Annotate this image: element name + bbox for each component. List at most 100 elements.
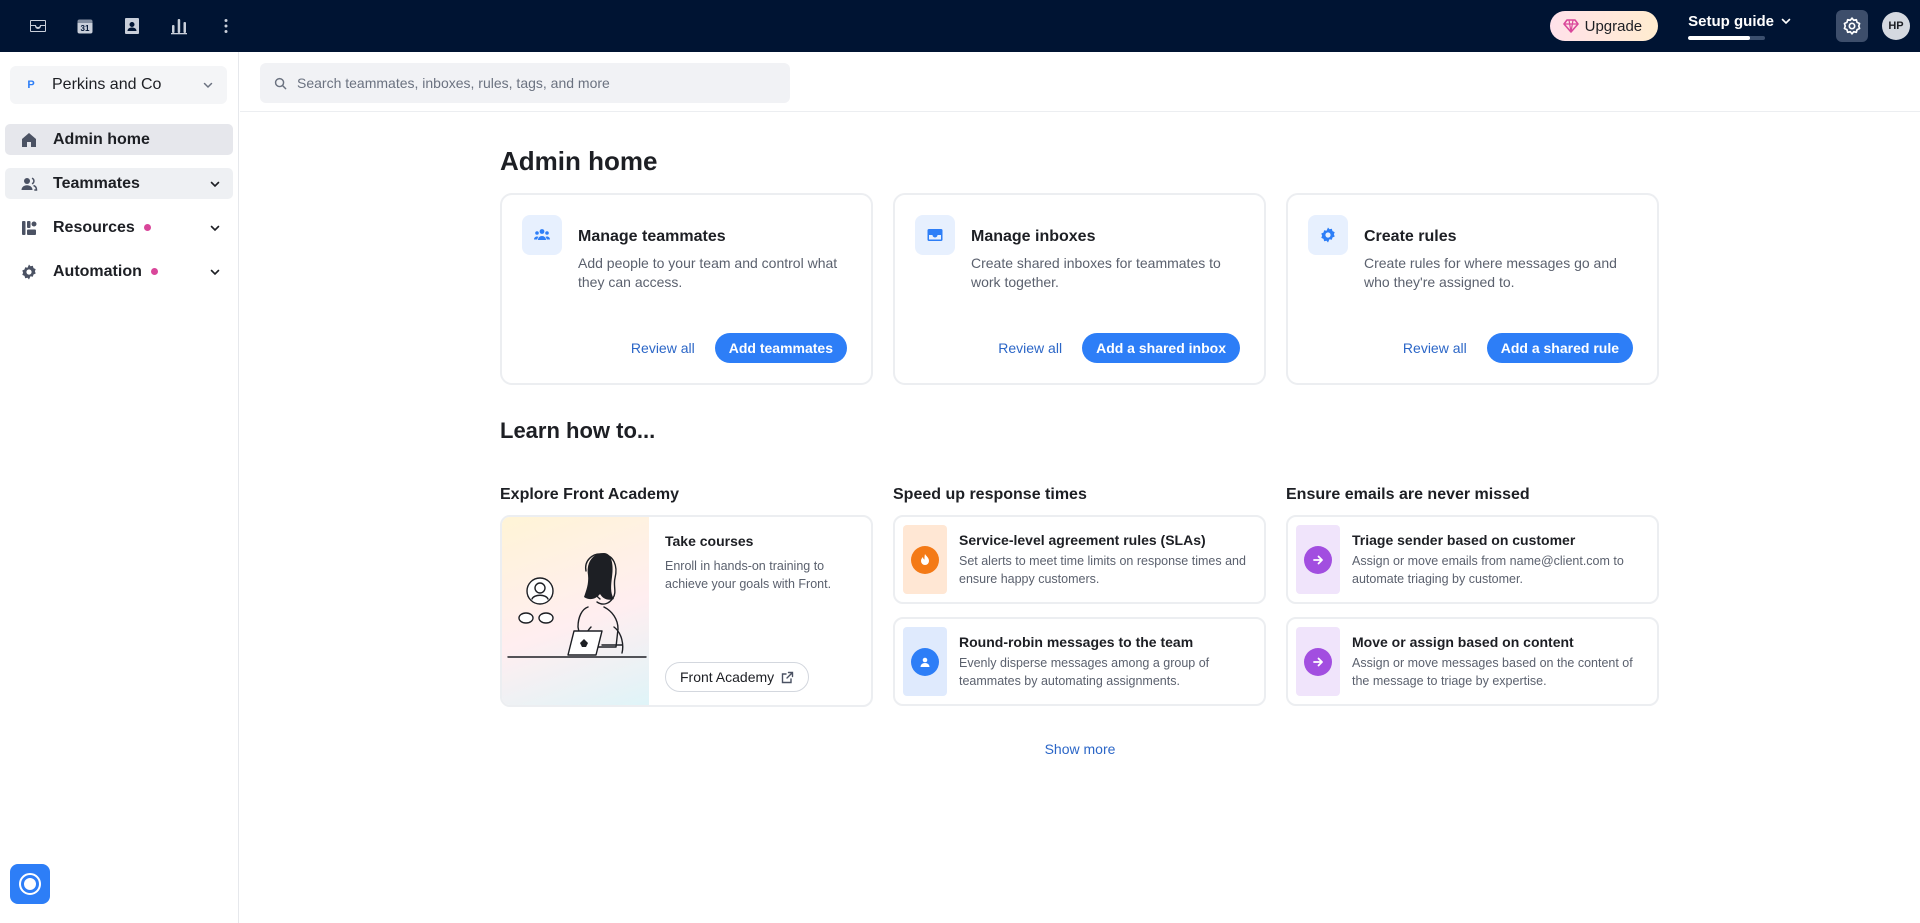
academy-title: Take courses (665, 533, 754, 549)
front-academy-button[interactable]: Front Academy (665, 662, 810, 692)
chevron-down-icon (210, 225, 220, 231)
chevron-down-icon (1781, 18, 1791, 25)
sidebar-item-label: Automation (53, 262, 142, 280)
search-bar-area (240, 52, 1920, 112)
sidebar-item-label: Teammates (53, 174, 140, 192)
column-title: Explore Front Academy (500, 486, 680, 503)
user-assign-icon (911, 647, 939, 676)
sidebar-item-teammates[interactable]: Teammates (5, 168, 233, 199)
tip-title: Move or assign based on content (1352, 634, 1574, 650)
setup-guide-button[interactable]: Setup guide (1688, 13, 1792, 40)
column-speed-up-response: Speed up response times Service-level ag… (893, 486, 1266, 719)
learn-section-title: Learn how to... (500, 418, 656, 443)
tip-title: Round-robin messages to the team (959, 634, 1194, 650)
home-icon (19, 130, 39, 150)
sidebar-nav: Admin home Teammates Resources Automatio… (5, 124, 233, 300)
tip-description: Evenly disperse messages among a group o… (959, 656, 1210, 688)
tip-title: Service-level agreement rules (SLAs) (959, 532, 1206, 548)
column-title: Speed up response times (893, 486, 1087, 503)
settings-gear-button[interactable] (1836, 10, 1868, 42)
calendar-icon[interactable]: 31 (61, 0, 108, 52)
notification-dot (143, 224, 151, 231)
upgrade-button[interactable]: Upgrade (1549, 11, 1659, 41)
resources-icon (19, 218, 39, 238)
help-button[interactable] (10, 864, 50, 904)
card-title: Manage inboxes (971, 228, 1096, 245)
tip-card-triage-sender[interactable]: Triage sender based on customer Assign o… (1286, 515, 1659, 604)
card-description: Create shared inboxes for teammates to w… (971, 255, 1221, 290)
setup-guide-progress (1688, 35, 1766, 40)
column-never-missed: Ensure emails are never missed Triage se… (1286, 486, 1659, 719)
arrow-right-icon (1304, 545, 1332, 574)
arrow-right-icon (1304, 647, 1332, 676)
gem-icon (1562, 19, 1579, 33)
teammates-icon (522, 215, 562, 255)
setup-guide-progress-fill (1688, 35, 1750, 40)
tip-description: Assign or move emails from name@client.c… (1352, 554, 1624, 586)
search-icon (274, 77, 287, 89)
sidebar-item-automation[interactable]: Automation (5, 256, 233, 287)
search-input[interactable] (297, 75, 776, 91)
top-bar: 31 Upgrade Setup guide HP (0, 0, 1920, 52)
tip-icon-panel (1296, 525, 1340, 594)
tip-icon-panel (903, 627, 947, 696)
tip-card-move-assign-content[interactable]: Move or assign based on content Assign o… (1286, 617, 1659, 706)
review-all-inboxes-link[interactable]: Review all (998, 340, 1062, 356)
add-shared-inbox-button[interactable]: Add a shared inbox (1082, 333, 1240, 363)
academy-illustration (502, 517, 649, 705)
show-more-link[interactable]: Show more (1045, 741, 1116, 757)
rules-gear-icon (1308, 215, 1348, 255)
admin-cards: Manage teammates Add people to your team… (500, 193, 1660, 385)
sidebar-item-label: Resources (53, 218, 135, 236)
front-academy-label: Front Academy (680, 669, 775, 685)
sidebar-item-admin-home[interactable]: Admin home (5, 124, 233, 155)
card-manage-teammates: Manage teammates Add people to your team… (500, 193, 873, 385)
learn-columns: Explore Front Academy Take courses Enrol… (500, 486, 1660, 719)
inbox-icon[interactable] (14, 0, 61, 52)
company-selector[interactable]: P Perkins and Co (10, 66, 227, 104)
card-create-rules: Create rules Create rules for where mess… (1286, 193, 1659, 385)
more-icon[interactable] (202, 0, 249, 52)
top-right-controls: Upgrade Setup guide HP (1549, 0, 1920, 52)
page-title: Admin home (500, 146, 658, 176)
show-more-row: Show more (500, 741, 1660, 757)
top-nav: 31 (14, 0, 249, 52)
card-description: Add people to your team and control what… (578, 255, 838, 290)
card-title: Create rules (1364, 228, 1457, 245)
chevron-down-icon (210, 269, 220, 275)
avatar[interactable]: HP (1882, 12, 1910, 40)
help-icon (19, 873, 41, 895)
tip-title: Triage sender based on customer (1352, 532, 1576, 548)
chevron-down-icon (203, 82, 213, 89)
column-front-academy: Explore Front Academy Take courses Enrol… (500, 486, 873, 719)
review-all-rules-link[interactable]: Review all (1403, 340, 1467, 356)
academy-card: Take courses Enroll in hands-on training… (500, 515, 873, 707)
add-shared-rule-button[interactable]: Add a shared rule (1486, 333, 1633, 363)
sidebar: P Perkins and Co Admin home Teammates Re… (0, 52, 239, 923)
sidebar-item-resources[interactable]: Resources (5, 212, 233, 243)
review-all-teammates-link[interactable]: Review all (631, 340, 695, 356)
search-box[interactable] (260, 63, 790, 103)
card-title: Manage teammates (578, 228, 726, 245)
tip-icon-panel (1296, 627, 1340, 696)
chevron-down-icon (210, 181, 220, 187)
tip-description: Assign or move messages based on the con… (1352, 656, 1633, 688)
card-manage-inboxes: Manage inboxes Create shared inboxes for… (893, 193, 1266, 385)
analytics-icon[interactable] (155, 0, 202, 52)
gear-icon (1843, 17, 1861, 35)
tip-card-round-robin[interactable]: Round-robin messages to the team Evenly … (893, 617, 1266, 706)
upgrade-label: Upgrade (1584, 17, 1643, 35)
add-teammates-button[interactable]: Add teammates (714, 333, 847, 363)
contacts-icon[interactable] (108, 0, 155, 52)
tip-card-sla[interactable]: Service-level agreement rules (SLAs) Set… (893, 515, 1266, 604)
academy-description: Enroll in hands-on training to achieve y… (665, 559, 832, 591)
gear-icon (19, 262, 39, 282)
tip-description: Set alerts to meet time limits on respon… (959, 554, 1246, 586)
column-title: Ensure emails are never missed (1286, 486, 1530, 503)
calendar-day: 31 (80, 24, 89, 33)
notification-dot (150, 268, 158, 275)
teammates-icon (19, 174, 39, 194)
timer-icon (911, 545, 939, 574)
company-name: Perkins and Co (52, 76, 162, 93)
external-link-icon (781, 671, 794, 683)
